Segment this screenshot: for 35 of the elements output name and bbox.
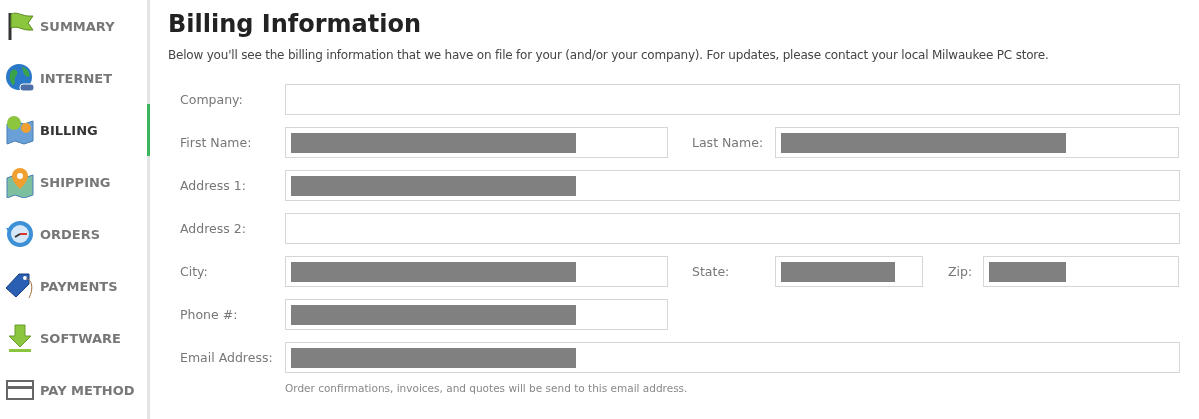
map-pin-icon xyxy=(4,166,36,198)
help-text: Order confirmations, invoices, and quotes will be send to this email address. xyxy=(285,382,689,394)
description-text: Below you'll see the billing information that we have on file for your (and/or your company). For updates, please contact your local Milwaukee PC store. xyxy=(168,48,1050,62)
map-icon xyxy=(4,114,36,146)
input-field[interactable] xyxy=(285,213,1180,244)
field-label: Address 1: xyxy=(180,178,247,193)
field-label: Zip: xyxy=(948,264,974,279)
sidebar-item[interactable]: SUMMARY xyxy=(0,0,150,52)
field-label: Email Address: xyxy=(180,350,274,365)
field-label: First Name: xyxy=(180,135,253,150)
input-field[interactable] xyxy=(775,256,923,287)
field-label: Company: xyxy=(180,92,244,107)
input-field[interactable] xyxy=(983,256,1179,287)
input-field[interactable] xyxy=(285,256,668,287)
sidebar-item[interactable]: PAYMENTS xyxy=(0,260,150,312)
input-field[interactable] xyxy=(285,342,1180,373)
sidebar-item[interactable]: PAY METHOD xyxy=(0,364,150,416)
input-field[interactable] xyxy=(285,170,1180,201)
sidebar-item[interactable]: INTERNET xyxy=(0,52,150,104)
clock-icon xyxy=(4,218,36,250)
input-field[interactable] xyxy=(285,84,1180,115)
page-title: Billing Information xyxy=(168,9,423,40)
input-field[interactable] xyxy=(285,299,668,330)
sidebar-item[interactable]: SOFTWARE xyxy=(0,312,150,364)
field-label: State: xyxy=(692,264,731,279)
globe-icon xyxy=(4,62,36,94)
field-label: City: xyxy=(180,264,209,279)
input-field[interactable] xyxy=(285,127,668,158)
field-label: Last Name: xyxy=(692,135,765,150)
sidebar-item[interactable]: ORDERS xyxy=(0,208,150,260)
sidebar-item[interactable]: SHIPPING xyxy=(0,156,150,208)
field-label: Phone #: xyxy=(180,307,239,322)
input-field[interactable] xyxy=(775,127,1179,158)
field-label: Address 2: xyxy=(180,221,247,236)
sidebar-item[interactable]: BILLING xyxy=(0,104,150,156)
